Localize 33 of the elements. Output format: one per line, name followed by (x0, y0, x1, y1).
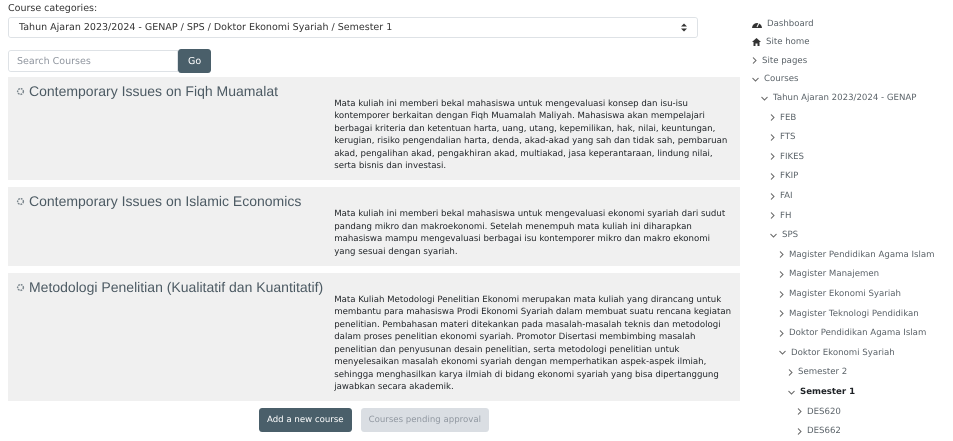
nav-item[interactable]: Doktor Ekonomi Syariah (779, 343, 942, 363)
go-button[interactable]: Go (178, 49, 212, 73)
nav-item[interactable]: FEB (770, 108, 942, 128)
nav-item[interactable]: FH (770, 206, 942, 226)
nav-item[interactable]: Site home (752, 33, 942, 52)
course-title[interactable]: Contemporary Issues on Fiqh Muamalat (29, 83, 278, 100)
nav-item[interactable]: FIKES (770, 147, 942, 167)
nav-item[interactable]: Site pages (752, 52, 942, 70)
nav-item[interactable]: Dashboard (752, 15, 942, 34)
nav-item[interactable]: Tahun Ajaran 2023/2024 - GENAP (761, 88, 942, 108)
nav-item[interactable]: FAI (770, 186, 942, 206)
search-field[interactable]: Search Courses (8, 50, 178, 72)
nav-item[interactable]: Magister Pendidikan Agama Islam (779, 245, 942, 265)
category-select[interactable]: Tahun Ajaran 2023/2024 - GENAP / SPS / Doktor Ekonomi Syariah / Semester 1 (8, 17, 698, 38)
nav-item[interactable]: FKIP (770, 166, 942, 186)
course-title[interactable]: Metodologi Penelitian (Kualitatif dan Kuantitatif) (29, 279, 324, 296)
nav-item[interactable]: DES620 (797, 402, 942, 422)
course-summary: Mata kuliah ini memberi bekal mahasiswa untuk mengevaluasi ekonomi syariah dari sudut pandang mikro dan makroekonomi. Setelah menempuh mata kuliah ini diharapkan mahasiswa mampu mengevaluasi berbagai isu kontemporer mikro dan makro ekonomi yang sesuai dengan syariah. (334, 208, 726, 258)
course-summary: Mata Kuliah Metodologi Penelitian Ekonomi merupakan mata kuliah yang dirancang untuk membantu para mahasiswa Prodi Ekonomi Syariah dalam membuat suatu rencana kegiatan penelitian. Pembahasan materi ditekankan pada masalah-masalah teknis dan metodologi dalam proses penelitian ekonomi syariah. Promotor Disertasi membimbing masalah penelitian dan penyusunan desain penelitian, serta metodologi penelitian untuk menyelesaikan masalah ekonomi syariah dengan memperhatikan aspek-aspek ilmiah, sehingga menghasilkan karya ilmiah di bidang ekonomi syariah yang bisa dipertanggung jawabkan secara akademik. (334, 294, 732, 394)
nav-item[interactable]: Magister Teknologi Pendidikan (779, 304, 942, 324)
nav-item[interactable]: Semester 1 (788, 382, 942, 402)
nav-item[interactable]: DES662 (797, 421, 942, 441)
action-button[interactable]: Add a new course (259, 408, 352, 432)
nav-item[interactable]: Magister Manajemen (779, 264, 942, 284)
nav-item[interactable]: Semester 2 (788, 362, 942, 382)
field-label: Course categories: (8, 3, 98, 14)
course-summary: Mata kuliah ini memberi bekal mahasiswa untuk mengevaluasi konsep dan isu-isu kontemporer berkaitan dengan Fiqh Muamalah Maliyah. Mahasiswa akan mempelajari berbagai kriteria dan ketentuan harta, uang, utang, kepemilikan, hak, nilai, keuntungan, kerugian, risiko pengendalian harta, denda, akad-akad yang sah dan tidak sah, pembaruan akad, pengalihan akad, pengakhiran akad, multiakad, jasa keperantaraan, lindung nilai, serta bisnis dan investasi. (334, 98, 728, 172)
nav-item[interactable]: SPS (770, 225, 942, 246)
nav-item[interactable]: Courses (752, 70, 942, 88)
nav-item[interactable]: Doktor Pendidikan Agama Islam (779, 323, 942, 344)
course-title[interactable]: Contemporary Issues on Islamic Economics (29, 193, 302, 210)
nav-item[interactable]: FTS (770, 128, 942, 148)
nav-item[interactable]: Magister Ekonomi Syariah (779, 284, 942, 304)
